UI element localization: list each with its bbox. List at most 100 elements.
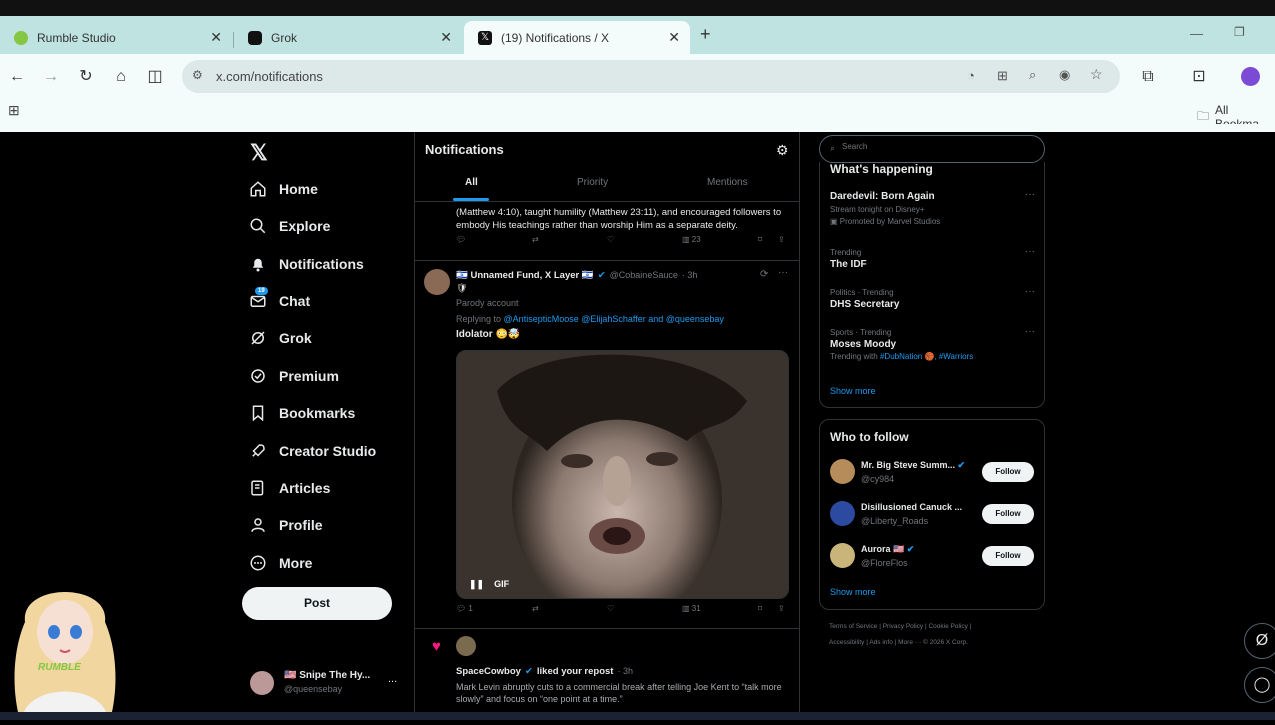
tab-all[interactable]: All (465, 177, 478, 188)
author-handle[interactable]: @CobaineSauce (610, 270, 678, 281)
tab-grok[interactable]: Grok ✕ (234, 21, 462, 54)
share-icon[interactable]: ⇪ (778, 235, 785, 244)
follow-button[interactable]: Follow (982, 546, 1034, 566)
sidebar-item-bookmarks[interactable]: Bookmarks (249, 401, 355, 425)
sidebar-item-more[interactable]: More (249, 551, 312, 575)
avatar (830, 501, 855, 526)
sidebar-item-articles[interactable]: Articles (249, 476, 330, 500)
more-options-icon[interactable]: ··· (1025, 326, 1035, 337)
more-circle-icon (249, 554, 267, 572)
follow-button[interactable]: Follow (982, 504, 1034, 524)
footer-links[interactable]: Terms of Service | Privacy Policy | Cook… (829, 623, 971, 630)
replying-to-handles[interactable]: @AntisepticMoose @ElijahSchaffer and @qu… (504, 314, 724, 324)
restore-icon[interactable]: ❐ (1234, 25, 1245, 39)
apps-grid-icon[interactable]: ⊞ (8, 102, 20, 119)
author-name[interactable]: SpaceCowboy (456, 666, 521, 677)
author-name[interactable]: 🇮🇱 Unnamed Fund, X Layer 🇮🇱 (456, 270, 594, 281)
account-switcher[interactable]: 🇺🇸 Snipe The Hy... @queensebay ... (250, 667, 410, 701)
reply-icon[interactable]: 💬︎ 1 (456, 604, 473, 613)
address-bar[interactable]: ⚙ x.com/notifications ◔ ⊞ ⌕ ◉ ☆ (182, 60, 1120, 93)
reply-count: 1 (468, 603, 473, 613)
post-button[interactable]: Post (242, 587, 392, 620)
show-more-link[interactable]: Show more (830, 587, 876, 597)
tab-search-icon[interactable]: ⊡ (1188, 66, 1210, 88)
gif-media[interactable]: ❚❚ GIF (456, 350, 789, 599)
mail-icon: 19 (249, 287, 268, 310)
sidebar-item-creator-studio[interactable]: Creator Studio (249, 439, 376, 463)
sidebar-item-notifications[interactable]: Notifications (249, 252, 364, 276)
more-options-icon[interactable]: ··· (1025, 286, 1035, 297)
x-logo-icon[interactable]: 𝕏 (250, 140, 268, 166)
reply-icon[interactable]: 💬︎ (456, 235, 466, 244)
grok-icon[interactable]: ⟳ (760, 269, 768, 280)
close-icon[interactable]: ✕ (668, 29, 680, 46)
more-options-icon[interactable]: ··· (1025, 246, 1035, 257)
repost-icon[interactable]: ⇄ (532, 604, 539, 613)
close-icon[interactable]: ✕ (440, 29, 452, 46)
bookmark-icon[interactable]: ⌑ (758, 235, 762, 244)
trending-hashtags[interactable]: #DubNation 🏀, #Warriors (880, 352, 973, 361)
follow-suggestion[interactable]: Aurora 🇺🇸 ✔ @FloreFlos Follow (830, 543, 1035, 573)
settings-gear-icon[interactable]: ⚙ (776, 142, 789, 159)
split-view-icon[interactable]: ◫ (144, 66, 166, 88)
tab-notifications-x[interactable]: 𝕏 (19) Notifications / X ✕ (464, 21, 690, 54)
tab-mentions[interactable]: Mentions (707, 177, 748, 188)
search-box[interactable]: ⌕ (819, 135, 1045, 163)
views-count: 23 (691, 234, 701, 244)
share-icon[interactable]: ⇪ (778, 604, 785, 613)
search-input[interactable] (842, 142, 1032, 151)
like-icon[interactable]: ♡ (607, 235, 614, 244)
promoted-label: Promoted by Marvel Studios (839, 217, 941, 226)
sidebar-item-chat[interactable]: 19 Chat (249, 287, 310, 313)
avatar[interactable] (456, 636, 476, 656)
like-icon[interactable]: ♡ (607, 604, 614, 613)
new-tab-button[interactable]: + (700, 24, 711, 45)
trend-item[interactable]: Politics · Trending DHS Secretary ··· (830, 286, 1035, 310)
profile-avatar[interactable] (1241, 67, 1260, 86)
sidebar-item-profile[interactable]: Profile (249, 513, 323, 537)
star-icon[interactable]: ☆ (1090, 66, 1103, 83)
performance-icon[interactable]: ◔ (967, 68, 975, 83)
footer-links[interactable]: Accessibility | Ads info | More ··· © 20… (829, 639, 968, 646)
trend-item[interactable]: Sports · Trending Moses Moody Trending w… (830, 326, 1035, 361)
show-more-link[interactable]: Show more (830, 386, 876, 396)
zoom-icon[interactable]: ⌕ (1029, 67, 1036, 83)
sidebar-item-home[interactable]: Home (249, 177, 318, 201)
trend-item[interactable]: Daredevil: Born Again Stream tonight on … (830, 189, 1035, 226)
page-title: Notifications (425, 142, 504, 157)
tab-priority[interactable]: Priority (577, 177, 608, 188)
trend-meta: Sports · Trending (830, 328, 892, 337)
tab-rumble-studio[interactable]: Rumble Studio ✕ (0, 21, 232, 54)
follow-suggestion[interactable]: Disillusioned Canuck ... @Liberty_Roads … (830, 501, 1035, 531)
follow-suggestion[interactable]: Mr. Big Steve Summ... ✔ @cy984 Follow (830, 459, 1035, 489)
views-icon[interactable]: ▥ 31 (682, 604, 701, 613)
forward-icon[interactable]: → (40, 66, 62, 88)
pause-icon[interactable]: ❚❚ (469, 579, 484, 590)
install-app-icon[interactable]: ⊞ (997, 68, 1008, 84)
repost-icon[interactable]: ⇄ (532, 235, 539, 244)
chat-float-button[interactable]: ◯ (1244, 667, 1275, 703)
reload-icon[interactable]: ↻ (75, 66, 97, 88)
sidebar-item-label: Grok (279, 330, 312, 346)
grok-float-button[interactable]: Ø (1244, 623, 1275, 659)
account-menu-icon[interactable]: ... (388, 673, 397, 685)
views-icon[interactable]: ▥ 23 (682, 235, 701, 244)
back-icon[interactable]: ← (6, 66, 28, 88)
sidebar-item-explore[interactable]: Explore (249, 214, 330, 238)
eye-icon[interactable]: ◉ (1059, 67, 1070, 83)
more-options-icon[interactable]: ··· (778, 267, 788, 278)
avatar[interactable] (424, 269, 450, 295)
sidebar-item-premium[interactable]: Premium (249, 364, 339, 388)
minimize-icon[interactable]: — (1190, 26, 1203, 41)
extensions-icon[interactable]: ⧉ (1137, 66, 1159, 88)
url-text[interactable]: x.com/notifications (216, 69, 323, 84)
follow-button[interactable]: Follow (982, 462, 1034, 482)
sidebar-item-grok[interactable]: Grok (249, 326, 312, 350)
trend-item[interactable]: Trending The IDF ··· (830, 246, 1035, 270)
grok-icon (248, 30, 262, 45)
site-info-icon[interactable]: ⚙ (192, 68, 203, 82)
bookmark-icon[interactable]: ⌑ (758, 604, 762, 613)
close-icon[interactable]: ✕ (210, 29, 222, 46)
home-icon[interactable]: ⌂ (110, 66, 132, 88)
more-options-icon[interactable]: ··· (1025, 189, 1035, 200)
